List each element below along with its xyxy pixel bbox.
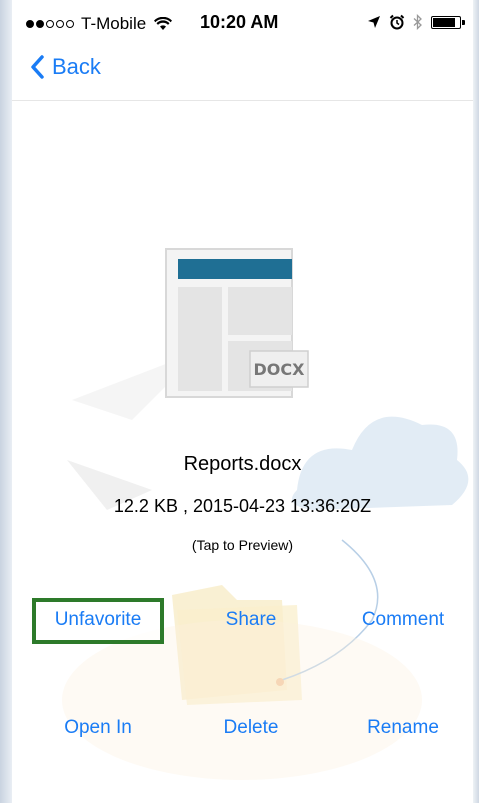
back-button-label: Back: [52, 54, 101, 79]
battery-icon: [431, 15, 465, 29]
background-illustration: [62, 350, 469, 780]
wifi-icon: [154, 17, 173, 30]
status-time: 10:20 AM: [200, 12, 279, 32]
file-name[interactable]: Reports.docx: [12, 453, 473, 476]
status-bar: T-Mobile 10:20 AM: [12, 0, 473, 42]
comment-button[interactable]: Comment: [339, 609, 467, 631]
screen: T-Mobile 10:20 AM Back DOCX Reports.docx…: [12, 0, 473, 803]
device-frame-left: [0, 0, 12, 803]
status-right: [367, 14, 465, 30]
location-arrow-icon: [368, 16, 380, 28]
preview-hint[interactable]: (Tap to Preview): [12, 537, 473, 553]
docx-file-icon: DOCX: [165, 248, 309, 398]
back-button[interactable]: Back: [30, 54, 101, 80]
alarm-icon: [389, 14, 405, 30]
bluetooth-icon: [413, 14, 422, 30]
rename-button[interactable]: Rename: [339, 717, 467, 739]
file-meta: 12.2 KB , 2015-04-23 13:36:20Z: [113, 496, 372, 516]
navigation-bar: Back: [12, 42, 473, 101]
unfavorite-button[interactable]: Unfavorite: [34, 609, 162, 631]
delete-button[interactable]: Delete: [187, 717, 315, 739]
docx-badge: DOCX: [254, 360, 306, 379]
chevron-left-icon: [31, 55, 44, 79]
status-left: T-Mobile: [26, 14, 173, 34]
signal-strength-icon: [26, 20, 74, 28]
carrier-name: T-Mobile: [81, 14, 147, 33]
device-frame-right: [473, 0, 479, 803]
open-in-button[interactable]: Open In: [34, 717, 162, 739]
share-button[interactable]: Share: [187, 609, 315, 631]
